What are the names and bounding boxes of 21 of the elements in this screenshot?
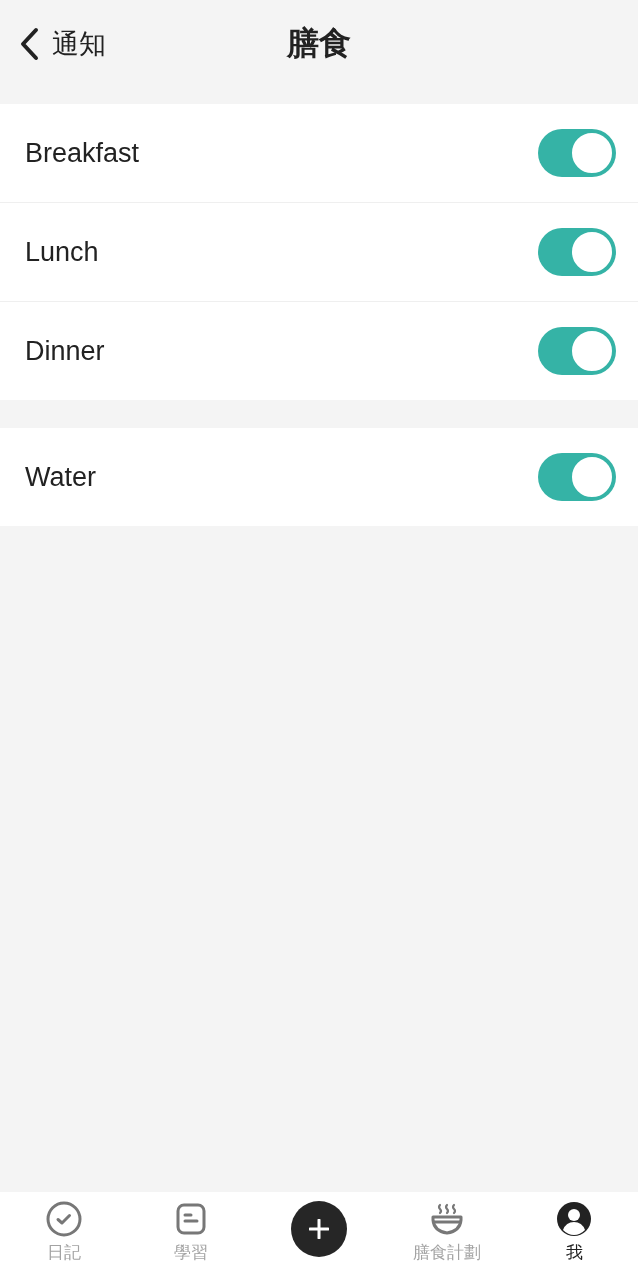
tab-item[interactable]: 我 (556, 1201, 593, 1263)
tab-item[interactable]: 學習 (174, 1201, 209, 1263)
toggle-switch[interactable] (538, 327, 616, 375)
setting-label: Breakfast (25, 139, 140, 167)
toggle-switch[interactable] (538, 228, 616, 276)
back-button[interactable]: 通知 (18, 27, 106, 61)
add-button[interactable] (291, 1201, 347, 1257)
chevron-left-icon (18, 27, 40, 61)
check-circle-icon (45, 1201, 82, 1237)
note-icon (176, 1203, 207, 1235)
toggle-switch[interactable] (538, 453, 616, 501)
steaming-bowl-icon (430, 1203, 463, 1235)
page-title: 膳食 (287, 24, 351, 63)
setting-label: Dinner (25, 337, 105, 365)
user-avatar-icon (556, 1201, 593, 1237)
tab-item[interactable]: 日記 (45, 1201, 82, 1263)
toggle-switch[interactable] (538, 129, 616, 177)
plus-icon (309, 1219, 329, 1239)
tab-item[interactable]: 膳食計劃 (412, 1201, 481, 1263)
setting-label: Water (25, 463, 96, 491)
setting-label: Lunch (25, 238, 99, 266)
